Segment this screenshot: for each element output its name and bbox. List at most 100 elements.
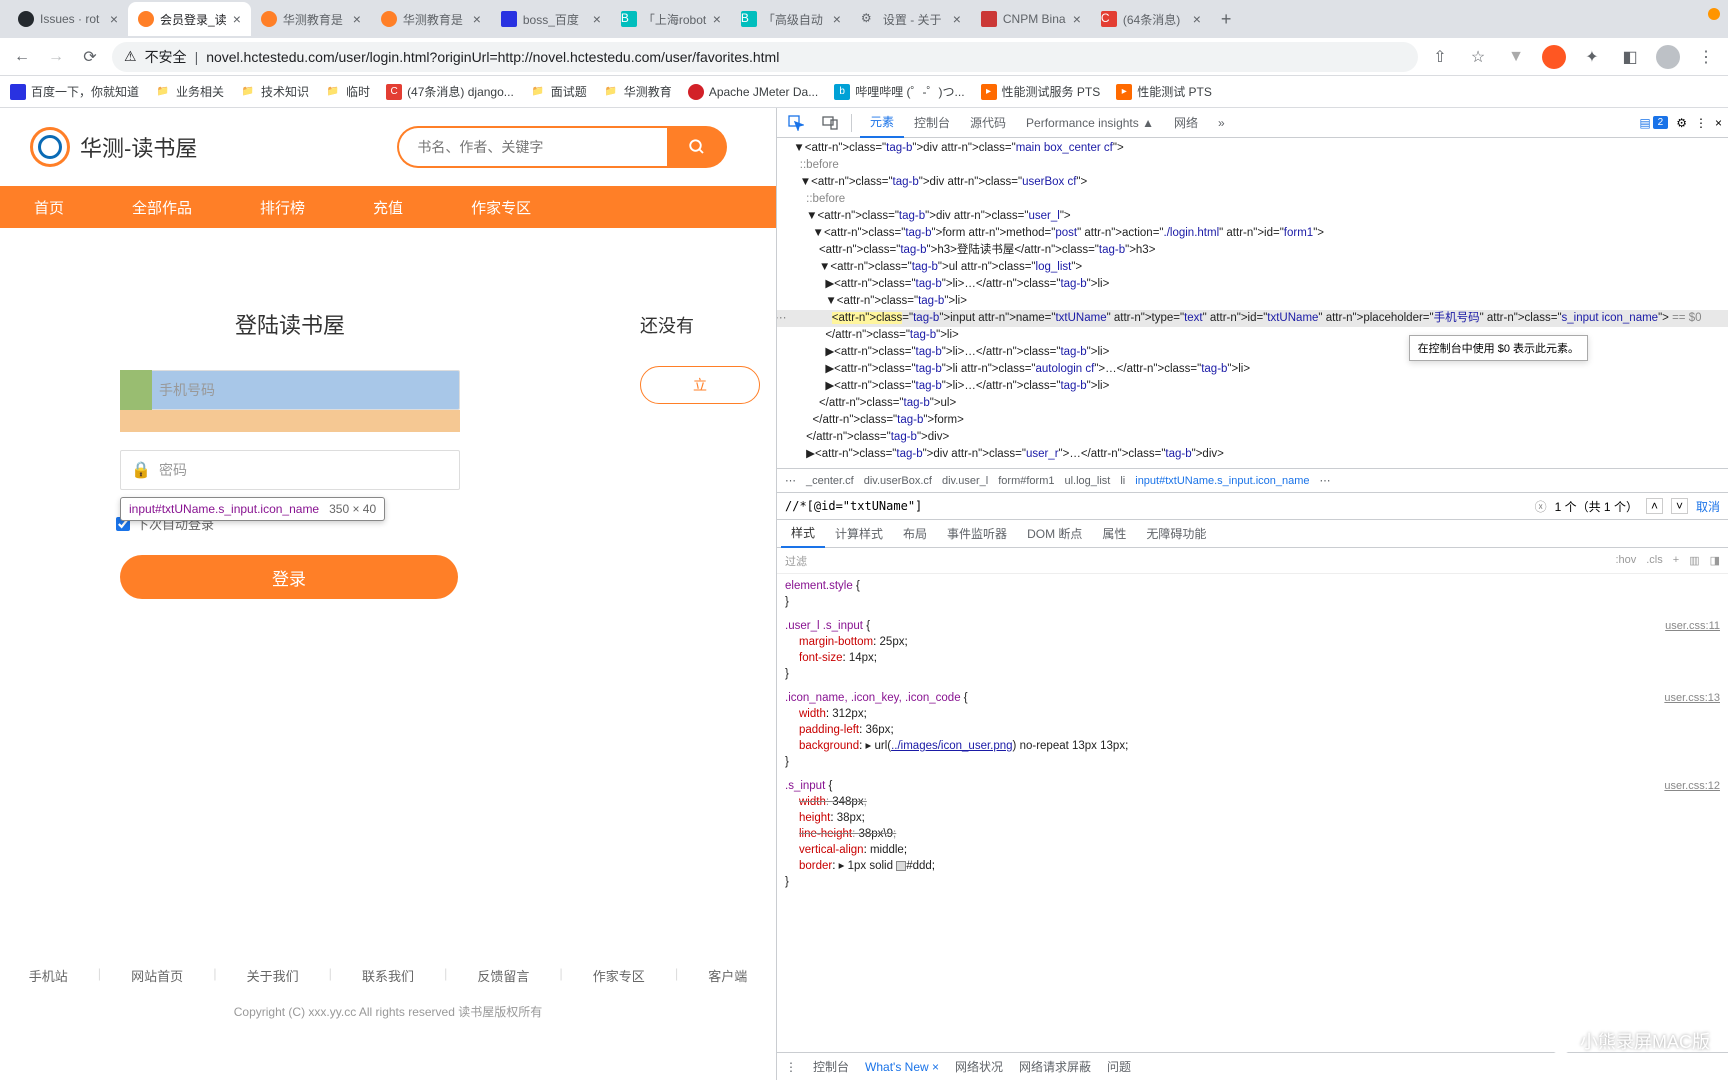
bookmark-item[interactable]: ▸性能测试服务 PTS bbox=[981, 83, 1101, 100]
nav-item[interactable]: 充值 bbox=[339, 186, 437, 228]
browser-tab[interactable]: 会员登录_读× bbox=[128, 2, 251, 36]
menu-icon[interactable]: ⋮ bbox=[1694, 45, 1718, 69]
browser-tab[interactable]: boss_百度× bbox=[491, 2, 611, 36]
close-icon[interactable]: × bbox=[353, 11, 361, 27]
styles-tab[interactable]: 布局 bbox=[893, 520, 937, 548]
styles-tab[interactable]: DOM 断点 bbox=[1017, 520, 1092, 548]
profile-icon[interactable] bbox=[1656, 45, 1680, 69]
bookmark-item[interactable]: ▸性能测试 PTS bbox=[1116, 83, 1212, 100]
close-icon[interactable]: × bbox=[110, 11, 118, 27]
computed-icon[interactable]: ▥ bbox=[1689, 554, 1699, 567]
footer-link[interactable]: 客户端 bbox=[708, 966, 747, 985]
hov-toggle[interactable]: :hov bbox=[1615, 554, 1636, 567]
search-input[interactable] bbox=[397, 126, 667, 168]
devtools-tab-perf[interactable]: Performance insights ▲ bbox=[1016, 108, 1164, 138]
elements-breadcrumb[interactable]: ⋯ _center.cf div.userBox.cf div.user_l f… bbox=[777, 468, 1728, 492]
bookmark-item[interactable]: 📁面试题 bbox=[530, 83, 587, 100]
devtools-tab-console[interactable]: 控制台 bbox=[904, 108, 960, 138]
drawer-tab[interactable]: 网络状况 bbox=[955, 1058, 1003, 1075]
password-input[interactable]: 🔒 密码 bbox=[120, 450, 460, 490]
address-field[interactable]: ⚠ 不安全 | novel.hctestedu.com/user/login.h… bbox=[112, 42, 1418, 72]
devtools-tab-network[interactable]: 网络 bbox=[1164, 108, 1208, 138]
bookmark-item[interactable]: 百度一下，你就知道 bbox=[10, 83, 139, 100]
nav-item[interactable]: 首页 bbox=[0, 186, 98, 228]
footer-link[interactable]: 作家专区 bbox=[593, 966, 645, 985]
styles-panel[interactable]: element.style {}user.css:11.user_l .s_in… bbox=[777, 574, 1728, 1052]
drawer-tab[interactable]: What's New × bbox=[865, 1060, 939, 1074]
new-tab-button[interactable]: + bbox=[1211, 9, 1242, 30]
search-cancel-button[interactable]: 取消 bbox=[1696, 498, 1720, 515]
extensions-icon[interactable]: ✦ bbox=[1580, 45, 1604, 69]
drawer-tab[interactable]: 问题 bbox=[1107, 1058, 1131, 1075]
bookmark-item[interactable]: 📁临时 bbox=[325, 83, 370, 100]
sidebar-icon[interactable]: ◨ bbox=[1710, 554, 1720, 567]
close-icon[interactable]: × bbox=[593, 11, 601, 27]
share-icon[interactable]: ⇧ bbox=[1428, 45, 1452, 69]
footer-link[interactable]: 手机站 bbox=[29, 966, 68, 985]
forward-button[interactable]: → bbox=[44, 45, 68, 69]
device-toggle-icon[interactable] bbox=[817, 110, 843, 136]
extension-icon[interactable]: ▼ bbox=[1504, 45, 1528, 69]
bookmark-item[interactable]: C(47条消息) django... bbox=[386, 83, 514, 100]
styles-tab[interactable]: 事件监听器 bbox=[937, 520, 1017, 548]
back-button[interactable]: ← bbox=[10, 45, 34, 69]
bookmark-item[interactable]: Apache JMeter Da... bbox=[688, 84, 818, 100]
bookmark-star-icon[interactable]: ☆ bbox=[1466, 45, 1490, 69]
bookmark-item[interactable]: b哔哩哔哩 (゜-゜)つ... bbox=[834, 83, 964, 100]
nav-item[interactable]: 作家专区 bbox=[437, 186, 565, 228]
issues-icon[interactable]: ▤ bbox=[1639, 116, 1650, 130]
close-icon[interactable]: × bbox=[932, 1060, 939, 1074]
close-icon[interactable]: × bbox=[1193, 11, 1201, 27]
styles-tab[interactable]: 属性 bbox=[1092, 520, 1136, 548]
devtools-tabs-more[interactable]: » bbox=[1208, 108, 1235, 138]
styles-tab[interactable]: 计算样式 bbox=[825, 520, 893, 548]
search-next-icon[interactable]: ˅ bbox=[1671, 498, 1688, 514]
reload-button[interactable]: ⟳ bbox=[78, 45, 102, 69]
bookmark-item[interactable]: 📁华测教育 bbox=[603, 83, 672, 100]
bookmark-item[interactable]: 📁技术知识 bbox=[240, 83, 309, 100]
drawer-more-icon[interactable]: ⋮ bbox=[785, 1060, 797, 1074]
footer-link[interactable]: 关于我们 bbox=[247, 966, 299, 985]
browser-tab[interactable]: 华测教育是× bbox=[371, 2, 491, 36]
browser-tab[interactable]: B「上海robot× bbox=[611, 2, 731, 36]
nav-item[interactable]: 排行榜 bbox=[226, 186, 339, 228]
footer-link[interactable]: 反馈留言 bbox=[477, 966, 529, 985]
register-button[interactable]: 立 bbox=[640, 366, 760, 404]
elements-search-input[interactable] bbox=[785, 499, 1527, 513]
cls-toggle[interactable]: .cls bbox=[1646, 554, 1663, 567]
styles-tab[interactable]: 无障碍功能 bbox=[1136, 520, 1216, 548]
styles-filter-input[interactable]: 过滤 bbox=[785, 553, 1607, 569]
devtools-tab-sources[interactable]: 源代码 bbox=[960, 108, 1016, 138]
search-button[interactable] bbox=[667, 126, 727, 168]
extension-icon[interactable] bbox=[1542, 45, 1566, 69]
close-icon[interactable]: × bbox=[833, 11, 841, 27]
browser-tab[interactable]: ⚙设置 - 关于× bbox=[851, 2, 971, 36]
phone-input-highlighted[interactable]: 手机号码 bbox=[120, 370, 460, 410]
clear-search-icon[interactable]: ⓧ bbox=[1535, 498, 1547, 515]
browser-tab[interactable]: Issues · rot× bbox=[8, 2, 128, 36]
browser-tab[interactable]: CNPM Bina× bbox=[971, 2, 1091, 36]
close-icon[interactable]: × bbox=[713, 11, 721, 27]
browser-tab[interactable]: B「高级自动× bbox=[731, 2, 851, 36]
settings-icon[interactable]: ⚙ bbox=[1676, 116, 1687, 130]
elements-tree[interactable]: ▼<attr-n">class="tag-b">div attr-n">clas… bbox=[777, 138, 1728, 468]
close-icon[interactable]: × bbox=[473, 11, 481, 27]
close-icon[interactable]: × bbox=[953, 11, 961, 27]
nav-item[interactable]: 全部作品 bbox=[98, 186, 226, 228]
close-icon[interactable]: × bbox=[1073, 11, 1081, 27]
inspect-element-icon[interactable] bbox=[783, 110, 809, 136]
search-prev-icon[interactable]: ˄ bbox=[1646, 498, 1663, 514]
footer-link[interactable]: 联系我们 bbox=[362, 966, 414, 985]
sidepanel-icon[interactable]: ◧ bbox=[1618, 45, 1642, 69]
styles-tab[interactable]: 样式 bbox=[781, 520, 825, 548]
browser-tab[interactable]: 华测教育是× bbox=[251, 2, 371, 36]
footer-link[interactable]: 网站首页 bbox=[131, 966, 183, 985]
close-devtools-icon[interactable]: × bbox=[1715, 116, 1722, 130]
login-button[interactable]: 登录 bbox=[120, 555, 458, 599]
close-icon[interactable]: × bbox=[233, 11, 241, 27]
drawer-tab[interactable]: 网络请求屏蔽 bbox=[1019, 1058, 1091, 1075]
more-icon[interactable]: ⋮ bbox=[1695, 116, 1707, 130]
site-logo[interactable]: 华测-读书屋 bbox=[30, 127, 197, 167]
drawer-tab[interactable]: 控制台 bbox=[813, 1058, 849, 1075]
browser-tab[interactable]: C(64条消息)× bbox=[1091, 2, 1211, 36]
